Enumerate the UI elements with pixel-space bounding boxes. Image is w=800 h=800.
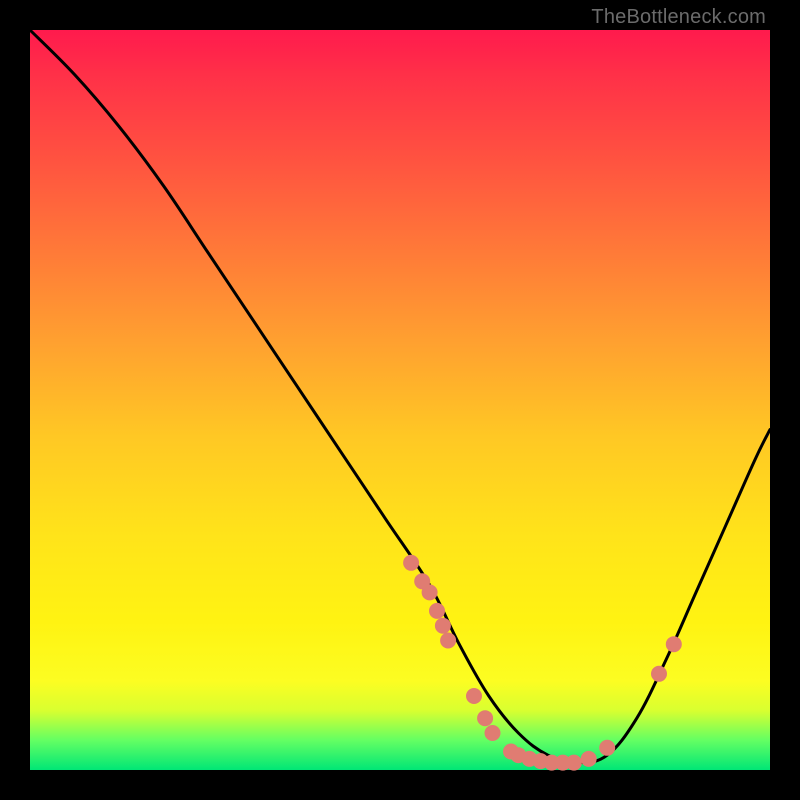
curve-marker xyxy=(404,555,419,570)
chart-frame xyxy=(30,30,770,770)
curve-marker xyxy=(478,711,493,726)
curve-marker xyxy=(441,633,456,648)
curve-marker xyxy=(430,603,445,618)
curve-markers xyxy=(404,555,682,770)
curve-marker xyxy=(600,740,615,755)
bottleneck-curve xyxy=(30,30,770,763)
curve-marker xyxy=(422,585,437,600)
curve-marker xyxy=(485,726,500,741)
curve-marker xyxy=(467,689,482,704)
curve-layer xyxy=(30,30,770,770)
curve-marker xyxy=(581,751,596,766)
curve-marker xyxy=(435,618,450,633)
curve-marker xyxy=(652,666,667,681)
attribution-text: TheBottleneck.com xyxy=(591,6,766,29)
plot-area xyxy=(30,30,770,770)
curve-marker xyxy=(566,755,581,770)
curve-marker xyxy=(666,637,681,652)
